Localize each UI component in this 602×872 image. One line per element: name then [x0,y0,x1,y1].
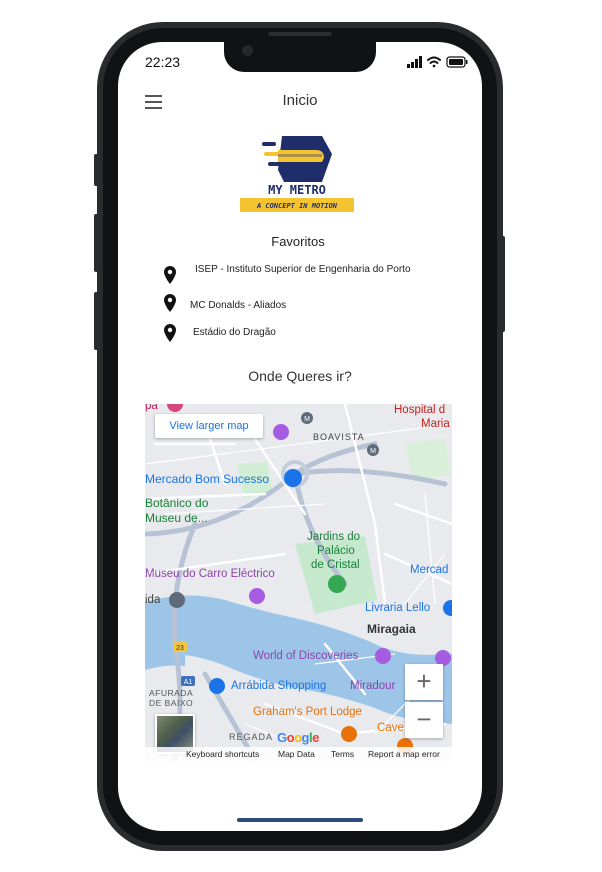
map-label: Livraria Lello [365,602,431,614]
map-label: World of Discoveries [253,650,359,662]
map-label: Palácio [317,545,355,557]
map-label: Arrábida Shopping [231,680,327,692]
zoom-in-button[interactable]: + [405,664,443,700]
my-metro-logo: MY METRO A CONCEPT IN MOTION [240,136,354,212]
map-embed[interactable]: 23 A1 M M Hospital d Maria pa BOAVISTA M… [145,404,452,761]
museum-poi-icon [375,648,391,664]
map-label: Museu do Carro Eléctrico [145,568,275,580]
volume-up-button [94,214,99,272]
park-poi-icon [328,575,346,593]
food-poi-icon [341,726,357,742]
favorite-item-isep[interactable]: ISEP - Instituto Superior de Engenharia … [195,264,411,275]
google-logo: Google [277,730,319,745]
map-label: Mercado Bom Sucesso [145,472,270,486]
shopping-poi-icon [284,469,302,487]
map-label: REGADA [229,732,274,742]
map-label: Miradour [350,680,396,692]
battery-icon [446,56,468,68]
music-poi-icon [273,424,289,440]
map-label: pa [145,404,158,412]
map-label: BOAVISTA [313,432,365,442]
front-camera [242,45,253,56]
status-icons [407,56,468,68]
map-label: AFURADA [149,688,194,698]
terms-link[interactable]: Terms [331,749,354,759]
page-title: Inicio [282,92,318,109]
map-label: Graham's Port Lodge [253,706,362,718]
status-time: 22:23 [145,54,181,70]
favorites-title: Favoritos [271,234,325,249]
map-label: Hospital d [394,404,446,416]
logo-name: MY METRO [268,183,326,197]
tram-station-icon [169,592,185,608]
svg-text:M: M [304,416,310,423]
map-label: Miragaia [367,622,416,636]
svg-text:M: M [370,448,376,455]
signal-icon [407,56,422,68]
report-map-error-link[interactable]: Report a map error [368,749,440,759]
favorite-item-mcdonalds[interactable]: MC Donalds - Aliados [190,300,286,311]
zoom-out-button[interactable]: − [405,702,443,738]
map-data-link[interactable]: Map Data [278,749,315,759]
svg-text:A1: A1 [184,679,193,686]
favorite-item-estadio[interactable]: Estádio do Dragão [193,327,276,338]
map-label: Jardins do [307,531,361,543]
power-button [500,236,505,332]
map-label: Maria [421,418,450,430]
location-pin-icon [164,294,176,312]
map-label: Cave [377,722,404,734]
wifi-icon [427,56,441,68]
map-attribution-bar: Keyboard shortcuts Map Data Terms Report… [145,747,452,761]
speaker [268,32,332,36]
shopping-poi-icon [209,678,225,694]
volume-down-button [94,292,99,350]
silent-switch [94,154,99,186]
map-label: Mercad [410,564,449,576]
map-label: ida [145,594,161,606]
logo-tagline: A CONCEPT IN MOTION [256,202,338,210]
menu-icon[interactable] [145,95,162,109]
map-label: DE BAIXO [149,698,194,708]
home-indicator [237,818,363,822]
svg-text:23: 23 [176,645,184,652]
museum-poi-icon [249,588,265,604]
destination-prompt: Onde Queres ir? [248,368,352,384]
view-larger-map-link[interactable]: View larger map [155,414,263,438]
map-label: Botânico do [145,496,209,510]
keyboard-shortcuts-link[interactable]: Keyboard shortcuts [186,749,259,759]
location-pin-icon [164,266,176,284]
map-label: Museu de... [145,511,208,525]
map-label: de Cristal [311,559,360,571]
location-pin-icon [164,324,176,342]
